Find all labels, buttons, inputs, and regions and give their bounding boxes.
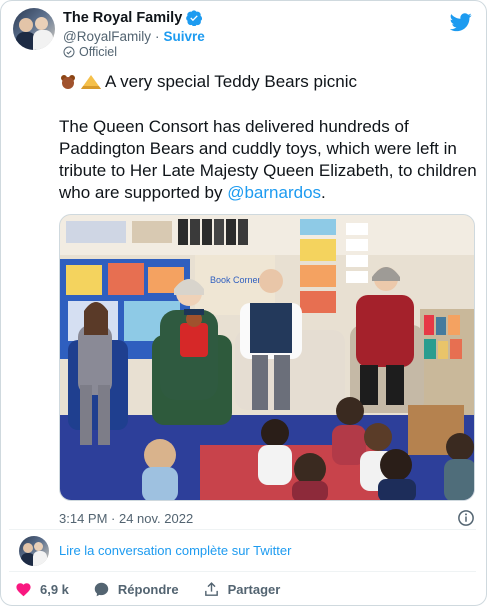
separator-dot: ·: [154, 29, 160, 44]
author-handle[interactable]: @RoyalFamily: [63, 29, 151, 44]
tweet-headline: A very special Teddy Bears picnic: [105, 72, 357, 91]
author-avatar[interactable]: [13, 8, 55, 50]
tweet-body-end: .: [321, 183, 326, 202]
info-icon[interactable]: [457, 509, 475, 527]
reply-button[interactable]: Répondre: [93, 581, 179, 598]
author-name[interactable]: The Royal Family: [63, 10, 182, 26]
sandwich-emoji-icon: [81, 75, 101, 89]
tweet-headline-line: A very special Teddy Bears picnic: [59, 71, 479, 93]
share-button[interactable]: Partager: [203, 581, 281, 598]
mini-avatar[interactable]: [19, 536, 49, 566]
divider-top: [9, 529, 476, 530]
handle-row: @RoyalFamily · Suivre: [63, 29, 205, 44]
heart-icon: [16, 583, 31, 597]
like-button[interactable]: 6,9 k: [15, 581, 69, 598]
reply-label: Répondre: [117, 582, 179, 597]
verified-badge-icon: [186, 10, 203, 26]
tweet-body: A very special Teddy Bears picnic The Qu…: [59, 71, 479, 204]
tweet-card: The Royal Family @RoyalFamily · Suivre O…: [0, 0, 487, 606]
mention-link[interactable]: @barnardos: [227, 183, 321, 202]
follow-button[interactable]: Suivre: [163, 29, 204, 44]
twitter-bird-icon[interactable]: [450, 11, 472, 33]
like-count: 6,9 k: [40, 582, 69, 597]
official-text: Officiel: [79, 45, 117, 59]
action-bar: 6,9 k Répondre Partager: [15, 581, 304, 598]
tweet-paragraph: The Queen Consort has delivered hundreds…: [59, 116, 479, 204]
read-conversation-link[interactable]: Lire la conversation complète sur Twitte…: [59, 543, 291, 558]
reply-bubble-icon: [94, 582, 109, 597]
official-check-icon: [63, 46, 75, 58]
share-label: Partager: [227, 582, 281, 597]
divider-bottom: [9, 571, 476, 572]
teddy-bear-emoji-icon: [59, 73, 77, 91]
official-label: Officiel: [63, 45, 117, 59]
book-corner-sign: Book Corner: [210, 275, 261, 285]
share-upload-icon: [204, 582, 218, 596]
author-name-row: The Royal Family: [63, 10, 203, 26]
tweet-timestamp[interactable]: 3:14 PM · 24 nov. 2022: [59, 511, 193, 526]
tweet-photo[interactable]: Book Corner: [59, 214, 475, 501]
photo-scene: Book Corner: [60, 215, 474, 500]
